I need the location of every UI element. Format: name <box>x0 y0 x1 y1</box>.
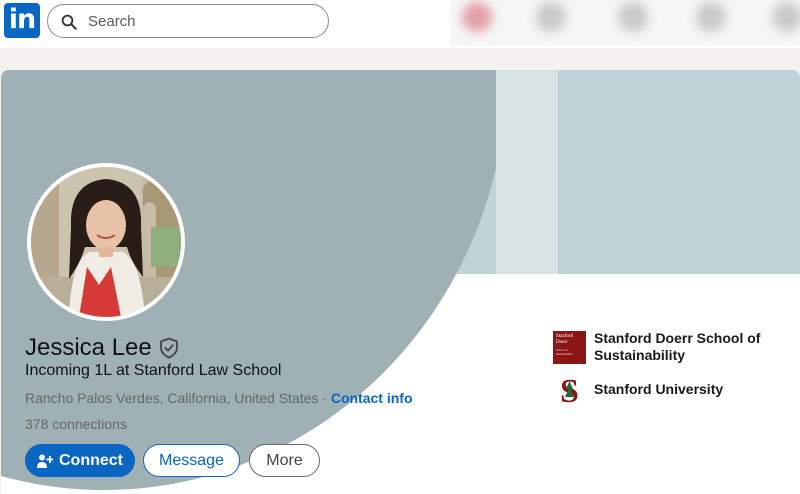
more-label: More <box>266 451 303 469</box>
shield-check-icon[interactable] <box>159 337 179 359</box>
nav-item-blurred[interactable] <box>462 2 492 32</box>
contact-info-link[interactable]: Contact info <box>331 390 413 406</box>
profile-location: Rancho Palos Verdes, California, United … <box>25 390 319 406</box>
connections-label: connections <box>48 416 127 432</box>
nav-items-blurred <box>450 0 800 46</box>
profile-headline: Incoming 1L at Stanford Law School <box>25 362 282 379</box>
stanford-logo: S <box>553 373 586 406</box>
connections-number: 378 <box>25 416 49 432</box>
profile-photo[interactable] <box>27 163 185 321</box>
nav-item-blurred[interactable] <box>696 2 726 32</box>
add-person-icon <box>37 454 53 468</box>
more-button[interactable]: More <box>249 444 320 477</box>
connections-count[interactable]: 378 connections <box>25 416 127 432</box>
org-doerr[interactable]: Stanford Doerr School of Sustainability … <box>553 330 764 364</box>
stanford-doerr-logo: Stanford Doerr School of Sustainability <box>553 330 586 364</box>
org-name: Stanford University <box>594 381 724 397</box>
nav-item-blurred[interactable] <box>772 2 800 32</box>
location-row: Rancho Palos Verdes, California, United … <box>25 390 413 406</box>
message-label: Message <box>159 451 224 469</box>
profile-name: Jessica Lee <box>25 334 152 361</box>
profile-photo-image <box>31 167 181 317</box>
name-row: Jessica Lee <box>25 332 179 364</box>
search-box[interactable] <box>47 4 329 38</box>
message-button[interactable]: Message <box>143 444 240 477</box>
search-icon <box>61 14 77 30</box>
doerr-logo-line2: School of Sustainability <box>556 347 573 356</box>
org-stanford[interactable]: S Stanford University <box>553 373 764 406</box>
cover-shape <box>558 70 800 274</box>
top-navigation-bar: in <box>0 0 800 48</box>
connect-label: Connect <box>59 451 123 469</box>
connect-button[interactable]: Connect <box>25 444 135 477</box>
nav-item-blurred[interactable] <box>618 2 648 32</box>
linkedin-logo[interactable]: in <box>4 3 40 38</box>
search-input[interactable] <box>88 5 318 37</box>
separator: · <box>318 390 331 406</box>
org-name: Stanford Doerr School of Sustainability <box>594 330 761 363</box>
doerr-logo-line1: Stanford Doerr <box>556 333 574 345</box>
nav-item-blurred[interactable] <box>536 2 566 32</box>
cover-shape <box>496 70 558 274</box>
profile-card: Jessica Lee Incoming 1L at Stanford Law … <box>1 70 800 494</box>
